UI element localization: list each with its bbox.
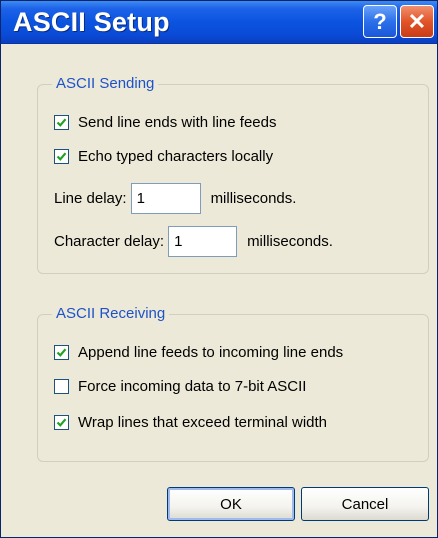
character-delay-input[interactable] [168, 226, 238, 257]
character-delay-row: Character delay: milliseconds. [54, 226, 333, 257]
line-delay-input[interactable] [130, 183, 201, 214]
send-line-ends-option[interactable]: Send line ends with line feeds [54, 114, 276, 131]
send-line-ends-checkbox[interactable] [54, 115, 69, 130]
character-delay-label: Character delay: [54, 233, 165, 250]
send-line-ends-label: Send line ends with line feeds [78, 114, 277, 131]
close-button[interactable]: ✕ [400, 5, 434, 38]
wrap-lines-label: Wrap lines that exceed terminal width [78, 414, 328, 431]
dialog-title: ASCII Setup [13, 7, 170, 37]
checkmark-icon [56, 152, 67, 161]
force-7bit-option[interactable]: Force incoming data to 7-bit ASCII [54, 378, 306, 395]
force-7bit-label: Force incoming data to 7-bit ASCII [78, 378, 307, 395]
line-delay-row: Line delay: milliseconds. [54, 183, 296, 214]
character-delay-unit: milliseconds. [247, 233, 333, 250]
close-icon: ✕ [407, 8, 427, 34]
echo-typed-checkbox[interactable] [54, 149, 69, 164]
help-button[interactable]: ? [363, 5, 397, 38]
title-bar[interactable]: ASCII Setup ? ✕ [1, 1, 437, 44]
checkmark-icon [56, 118, 67, 127]
ok-button[interactable]: OK [167, 487, 295, 521]
append-line-feeds-label: Append line feeds to incoming line ends [78, 344, 344, 361]
force-7bit-checkbox[interactable] [54, 379, 69, 394]
cancel-button[interactable]: Cancel [301, 487, 429, 521]
echo-typed-label: Echo typed characters locally [78, 148, 274, 165]
ascii-setup-dialog: ASCII Setup ? ✕ ASCII Sending Send line … [0, 0, 438, 538]
checkmark-icon [56, 418, 67, 427]
ascii-sending-legend: ASCII Sending [52, 75, 159, 92]
wrap-lines-option[interactable]: Wrap lines that exceed terminal width [54, 414, 327, 431]
line-delay-label: Line delay: [54, 190, 127, 207]
line-delay-unit: milliseconds. [210, 190, 297, 207]
wrap-lines-checkbox[interactable] [54, 415, 69, 430]
question-mark-icon: ? [373, 8, 387, 34]
append-line-feeds-option[interactable]: Append line feeds to incoming line ends [54, 344, 343, 361]
checkmark-icon [56, 348, 67, 357]
append-line-feeds-checkbox[interactable] [54, 345, 69, 360]
echo-typed-option[interactable]: Echo typed characters locally [54, 148, 273, 165]
ascii-receiving-legend: ASCII Receiving [52, 305, 170, 322]
